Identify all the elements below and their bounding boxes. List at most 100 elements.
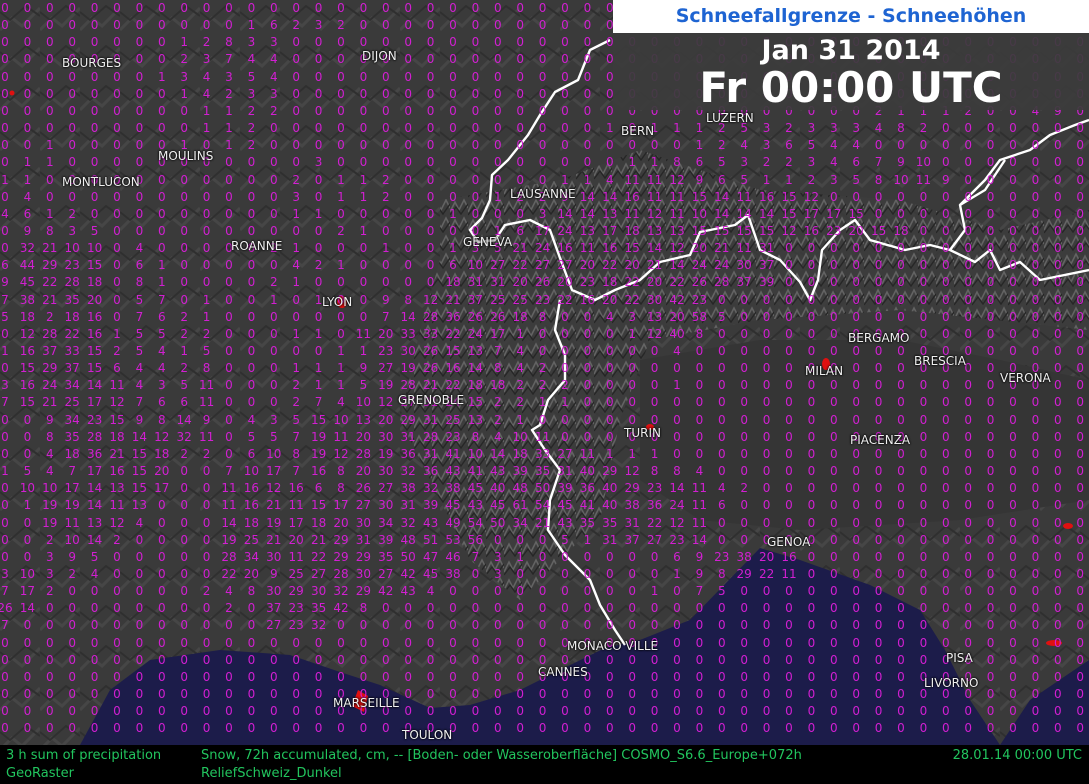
grid-value: 18 — [487, 379, 509, 391]
grid-value: 0 — [240, 654, 262, 666]
grid-value: 0 — [106, 585, 128, 597]
grid-value: 0 — [16, 448, 38, 460]
grid-value: 7 — [151, 294, 173, 306]
grid-value: 1 — [308, 328, 330, 340]
grid-value: 0 — [800, 602, 822, 614]
grid-value: 0 — [1002, 585, 1024, 597]
grid-value: 0 — [980, 722, 1002, 734]
grid-value: 5 — [711, 156, 733, 168]
grid-value: 13 — [576, 225, 598, 237]
grid-value: 0 — [196, 517, 218, 529]
grid-value: 0 — [352, 242, 374, 254]
grid-value: 0 — [599, 431, 621, 443]
grid-value: 0 — [957, 328, 979, 340]
grid-value: 6 — [711, 499, 733, 511]
grid-value: 0 — [644, 671, 666, 683]
grid-value: 20 — [84, 294, 106, 306]
grid-value: 0 — [778, 345, 800, 357]
grid-value: 0 — [352, 36, 374, 48]
grid-value: 0 — [576, 688, 598, 700]
city-label-roanne: ROANNE — [231, 239, 282, 253]
grid-value: 4 — [0, 208, 16, 220]
grid-value: 0 — [532, 585, 554, 597]
grid-value: 0 — [868, 139, 890, 151]
grid-value: 0 — [778, 448, 800, 460]
grid-value: 0 — [16, 122, 38, 134]
grid-value: 0 — [845, 396, 867, 408]
grid-value: 2 — [778, 156, 800, 168]
grid-value: 0 — [128, 2, 150, 14]
grid-value: 14 — [84, 499, 106, 511]
grid-value: 3 — [263, 414, 285, 426]
grid-value: 28 — [330, 568, 352, 580]
grid-value: 0 — [464, 122, 486, 134]
grid-value: 0 — [173, 722, 195, 734]
grid-value: 0 — [420, 242, 442, 254]
grid-value: 35 — [308, 602, 330, 614]
grid-value: 20 — [688, 242, 710, 254]
grid-value: 0 — [464, 88, 486, 100]
grid-value: 27 — [352, 499, 374, 511]
grid-value: 1 — [621, 156, 643, 168]
grid-value: 0 — [980, 242, 1002, 254]
grid-value: 11 — [196, 431, 218, 443]
grid-value: 0 — [778, 654, 800, 666]
grid-value: 0 — [868, 654, 890, 666]
grid-value: 1 — [487, 191, 509, 203]
grid-value: 30 — [375, 499, 397, 511]
grid-value: 0 — [800, 619, 822, 631]
grid-value: 0 — [487, 637, 509, 649]
grid-value: 0 — [733, 465, 755, 477]
grid-value: 43 — [397, 585, 419, 597]
grid-value: 0 — [576, 71, 598, 83]
grid-value: 0 — [756, 637, 778, 649]
grid-value: 2 — [330, 19, 352, 31]
grid-value: 42 — [375, 585, 397, 597]
grid-value: 0 — [151, 688, 173, 700]
grid-value: 15 — [778, 208, 800, 220]
grid-value: 0 — [397, 36, 419, 48]
grid-value: 56 — [464, 534, 486, 546]
grid-value: 0 — [106, 311, 128, 323]
grid-value: 0 — [1069, 259, 1089, 271]
grid-value: 0 — [688, 431, 710, 443]
grid-value: 0 — [151, 36, 173, 48]
grid-value: 0 — [106, 139, 128, 151]
grid-value: 2 — [218, 88, 240, 100]
grid-value: 0 — [800, 328, 822, 340]
grid-value: 0 — [599, 688, 621, 700]
grid-value: 5 — [845, 174, 867, 186]
grid-value: 0 — [711, 688, 733, 700]
grid-value: 0 — [397, 276, 419, 288]
grid-value: 0 — [240, 156, 262, 168]
grid-value: 0 — [509, 19, 531, 31]
grid-value: 0 — [576, 88, 598, 100]
grid-value: 0 — [0, 688, 16, 700]
grid-value: 0 — [330, 722, 352, 734]
grid-value: 14 — [756, 208, 778, 220]
grid-value: 0 — [173, 259, 195, 271]
grid-value: 0 — [464, 671, 486, 683]
grid-value: 0 — [1069, 637, 1089, 649]
grid-value: 0 — [330, 122, 352, 134]
grid-value: 54 — [532, 499, 554, 511]
grid-value: 6 — [778, 139, 800, 151]
grid-value: 0 — [375, 637, 397, 649]
grid-value: 0 — [532, 71, 554, 83]
grid-value: 0 — [464, 568, 486, 580]
grid-value: 0 — [397, 637, 419, 649]
grid-value: 0 — [263, 311, 285, 323]
grid-value: 0 — [957, 276, 979, 288]
grid-value: 0 — [218, 345, 240, 357]
grid-value: 0 — [509, 71, 531, 83]
grid-value: 0 — [420, 191, 442, 203]
grid-value: 0 — [487, 156, 509, 168]
grid-value: 0 — [532, 36, 554, 48]
grid-value: 0 — [980, 345, 1002, 357]
grid-value: 0 — [532, 637, 554, 649]
grid-value: 0 — [0, 637, 16, 649]
grid-value: 0 — [352, 139, 374, 151]
grid-value: 10 — [39, 482, 61, 494]
grid-value: 48 — [509, 482, 531, 494]
grid-value: 5 — [240, 71, 262, 83]
